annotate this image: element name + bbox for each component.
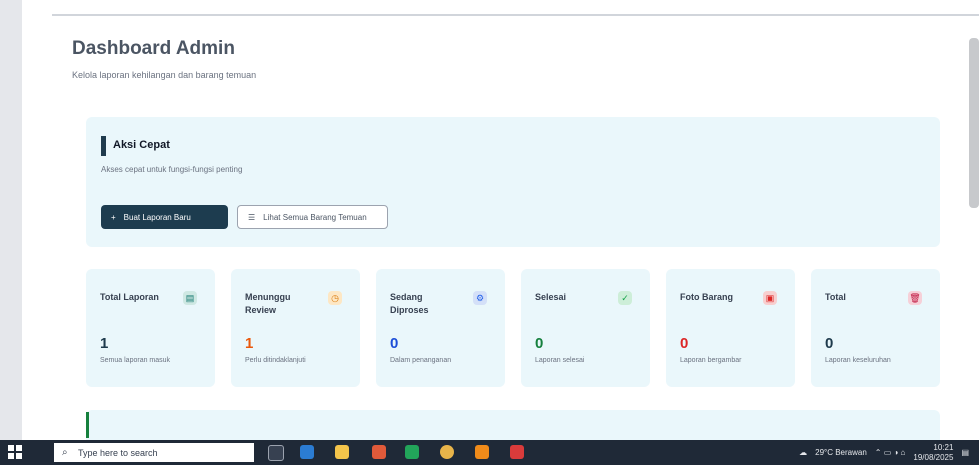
lower-section xyxy=(86,410,940,440)
stat-label: Total Laporan xyxy=(100,292,159,302)
chrome-icon[interactable] xyxy=(440,445,454,459)
top-divider xyxy=(52,14,979,16)
stat-card-total[interactable]: Total 🗑 0 Laporan keseluruhan xyxy=(811,269,940,387)
task-view-icon[interactable] xyxy=(268,445,284,461)
gear-icon: ⚙ xyxy=(473,291,487,305)
accent-bar xyxy=(86,412,89,438)
stat-description: Semua laporan masuk xyxy=(100,357,171,364)
stat-card-completed[interactable]: Selesai ✓ 0 Laporan selesai xyxy=(521,269,650,387)
trash-icon: 🗑 xyxy=(908,291,922,305)
stat-value: 1 xyxy=(245,335,254,352)
stat-label: Foto Barang xyxy=(680,292,733,302)
stat-card-item-photos[interactable]: Foto Barang ▣ 0 Laporan bergambar xyxy=(666,269,795,387)
accent-bar xyxy=(101,136,106,156)
app-icon[interactable] xyxy=(372,445,386,459)
edge-icon[interactable] xyxy=(300,445,314,459)
taskbar-search-placeholder: Type here to search xyxy=(78,447,158,458)
page-subtitle: Kelola laporan kehilangan dan barang tem… xyxy=(72,70,257,80)
stat-value: 0 xyxy=(680,335,689,352)
stat-card-in-progress[interactable]: Sedang Diproses ⚙ 0 Dalam penanganan xyxy=(376,269,505,387)
quick-actions-description: Akses cepat untuk fungsi-fungsi penting xyxy=(101,165,243,174)
check-icon: ✓ xyxy=(618,291,632,305)
system-tray: ☁ 29°C Berawan ⌃ ▭ ◑ ⌂ 10:21 19/08/2025 … xyxy=(799,440,969,465)
document-icon: ▤ xyxy=(183,291,197,305)
stat-description: Dalam penanganan xyxy=(390,357,452,364)
stat-card-pending-review[interactable]: Menunggu Review ◷ 1 Perlu ditindaklanjut… xyxy=(231,269,360,387)
taskbar-search-box[interactable]: ⌕ Type here to search xyxy=(54,443,254,462)
app-icon[interactable] xyxy=(475,445,489,459)
clock-date: 19/08/2025 xyxy=(913,452,954,462)
tray-icons[interactable]: ⌃ ▭ ◑ ⌂ xyxy=(875,448,906,457)
stats-cards: Total Laporan ▤ 1 Semua laporan masuk Me… xyxy=(86,269,940,389)
quick-actions-title: Aksi Cepat xyxy=(113,139,170,151)
stat-value: 0 xyxy=(825,335,834,352)
browser-window: Dashboard Admin Kelola laporan kehilanga… xyxy=(0,0,979,440)
stat-description: Laporan selesai xyxy=(535,357,585,364)
create-report-label: Buat Laporan Baru xyxy=(123,212,191,222)
app-icon[interactable] xyxy=(405,445,419,459)
clock-icon: ◷ xyxy=(328,291,342,305)
stat-label: Selesai xyxy=(535,292,567,302)
stat-label: Total xyxy=(825,292,846,302)
stat-description: Laporan keseluruhan xyxy=(825,357,891,364)
page-title: Dashboard Admin xyxy=(72,38,235,59)
quick-actions-panel: Aksi Cepat Akses cepat untuk fungsi-fung… xyxy=(86,117,940,247)
stat-label: Sedang Diproses xyxy=(390,292,429,315)
search-icon: ⌕ xyxy=(62,447,68,458)
weather-text[interactable]: 29°C Berawan xyxy=(815,448,867,457)
stat-description: Laporan bergambar xyxy=(680,357,742,364)
left-edge xyxy=(0,0,22,440)
notification-icon[interactable]: ▤ xyxy=(961,448,969,457)
file-explorer-icon[interactable] xyxy=(335,445,349,459)
stat-label: Menunggu Review xyxy=(245,292,291,315)
view-found-items-label: Lihat Semua Barang Temuan xyxy=(263,212,367,222)
list-icon: ☰ xyxy=(248,212,256,222)
windows-start-button[interactable] xyxy=(8,445,22,459)
stat-description: Perlu ditindaklanjuti xyxy=(245,357,306,364)
create-report-button[interactable]: + Buat Laporan Baru xyxy=(101,205,228,229)
clock-time: 10:21 xyxy=(933,442,954,452)
image-icon: ▣ xyxy=(763,291,777,305)
view-found-items-button[interactable]: ☰ Lihat Semua Barang Temuan xyxy=(237,205,388,229)
stat-card-total-reports[interactable]: Total Laporan ▤ 1 Semua laporan masuk xyxy=(86,269,215,387)
clock[interactable]: 10:21 19/08/2025 xyxy=(913,443,953,463)
taskbar: ⌕ Type here to search ☁ 29°C Berawan ⌃ ▭… xyxy=(0,440,979,465)
plus-icon: + xyxy=(111,212,116,222)
stat-value: 1 xyxy=(100,335,109,352)
scrollbar[interactable] xyxy=(969,38,979,208)
weather-icon: ☁ xyxy=(799,448,808,457)
app-icon[interactable] xyxy=(510,445,524,459)
stat-value: 0 xyxy=(535,335,544,352)
stat-value: 0 xyxy=(390,335,399,352)
